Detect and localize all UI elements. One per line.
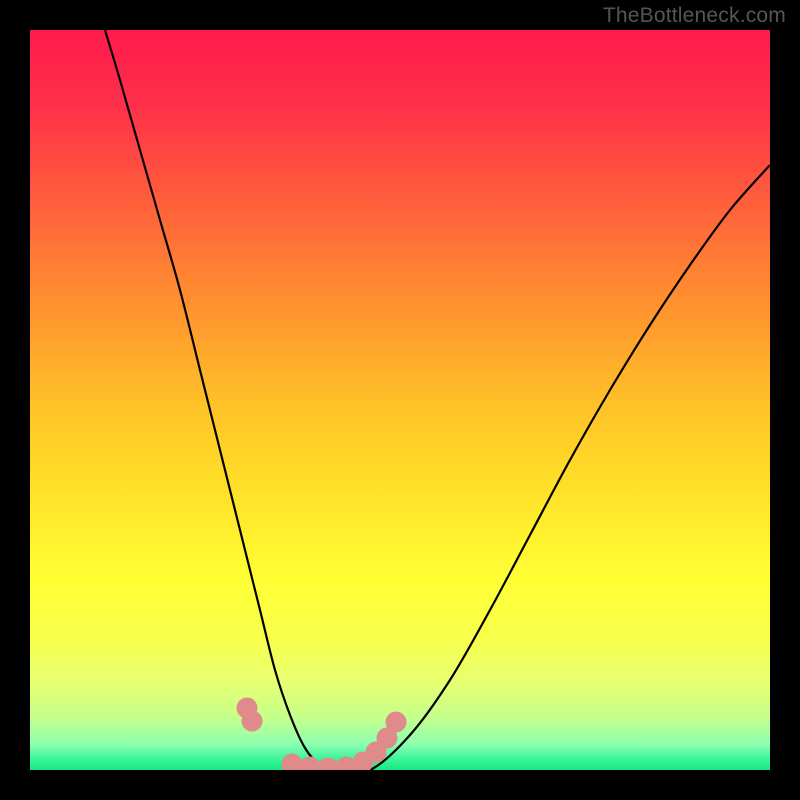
marker-dot	[242, 711, 263, 732]
plot-area	[30, 30, 770, 770]
marker-dot	[318, 758, 339, 771]
watermark-text: TheBottleneck.com	[603, 4, 786, 28]
curve-layer	[30, 30, 770, 770]
marker-dot	[282, 754, 303, 771]
marker-dot	[300, 757, 321, 771]
marker-dot	[386, 712, 407, 733]
highlight-markers	[237, 698, 407, 771]
chart-frame: TheBottleneck.com	[0, 0, 800, 800]
bottleneck-curve	[105, 30, 770, 770]
